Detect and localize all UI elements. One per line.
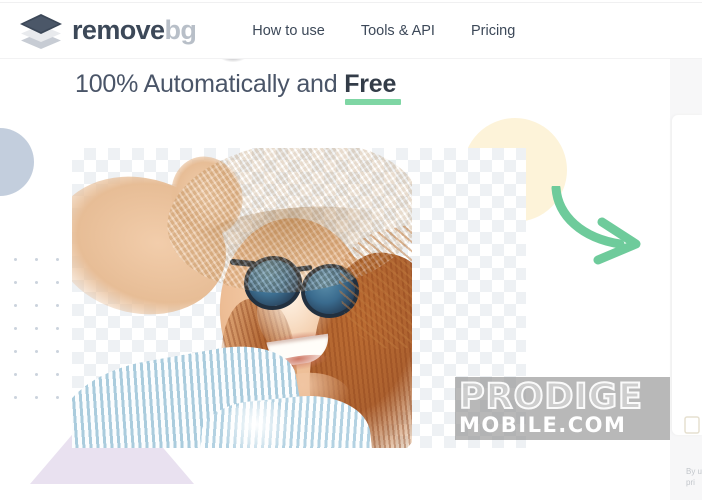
decorative-dot	[14, 396, 17, 399]
decorative-dot	[35, 258, 38, 261]
nav-item-pricing[interactable]: Pricing	[471, 23, 515, 39]
decorative-dot	[14, 373, 17, 376]
decorative-dot	[14, 327, 17, 330]
decorative-dot	[35, 373, 38, 376]
decorative-dot	[14, 350, 17, 353]
decorative-dot	[56, 281, 59, 284]
stacked-diamond-icon	[18, 13, 64, 49]
watermark-line-1: PRODIGE	[458, 376, 644, 417]
decorative-dot	[56, 373, 59, 376]
decorative-dot	[14, 304, 17, 307]
curved-down-right-arrow-icon	[548, 183, 658, 271]
decorative-dot	[35, 327, 38, 330]
decorative-dot	[35, 350, 38, 353]
brand-wordmark: removebg	[72, 15, 197, 45]
decorative-dot	[56, 304, 59, 307]
decorative-dot-grid	[14, 258, 72, 418]
decorative-dot	[14, 258, 17, 261]
decorative-dot	[56, 258, 59, 261]
watermark-overlay: PRODIGE MOBILE.COM	[455, 377, 670, 440]
footer-legal-note-line-1: By u	[686, 467, 702, 476]
decorative-dot	[56, 350, 59, 353]
footer-legal-note-line-2: pri	[686, 478, 695, 487]
decorative-dot	[56, 396, 59, 399]
subject-photo	[72, 148, 412, 448]
page-root: removebg How to use Tools & API Pricing …	[0, 0, 702, 500]
decorative-dot	[35, 281, 38, 284]
upload-panel-edge[interactable]	[672, 115, 702, 435]
hero-headline-container: 100% Automatically and Free	[75, 70, 396, 99]
headline-emphasis-text: Free	[344, 70, 397, 98]
decorative-dot	[56, 327, 59, 330]
hero-headline: 100% Automatically and Free	[75, 70, 396, 99]
decorative-dot	[35, 396, 38, 399]
decorative-dot	[14, 281, 17, 284]
nav-item-how-to-use[interactable]: How to use	[252, 23, 325, 39]
headline-plain-text: 100% Automatically and	[75, 70, 345, 98]
nav-item-tools-api[interactable]: Tools & API	[361, 23, 435, 39]
brand-secondary-text: bg	[164, 15, 197, 45]
decorative-small-icon	[684, 416, 700, 434]
watermark-line-2: MOBILE.COM	[459, 413, 627, 438]
brand-primary-text: remove	[72, 15, 165, 45]
headline-underline	[345, 99, 401, 105]
footer-legal-note: By u pri	[686, 466, 702, 488]
decorative-dot	[35, 304, 38, 307]
main-navigation: How to use Tools & API Pricing	[252, 23, 515, 39]
site-header: removebg How to use Tools & API Pricing	[0, 3, 702, 59]
brand-logo-link[interactable]: removebg	[18, 13, 197, 49]
